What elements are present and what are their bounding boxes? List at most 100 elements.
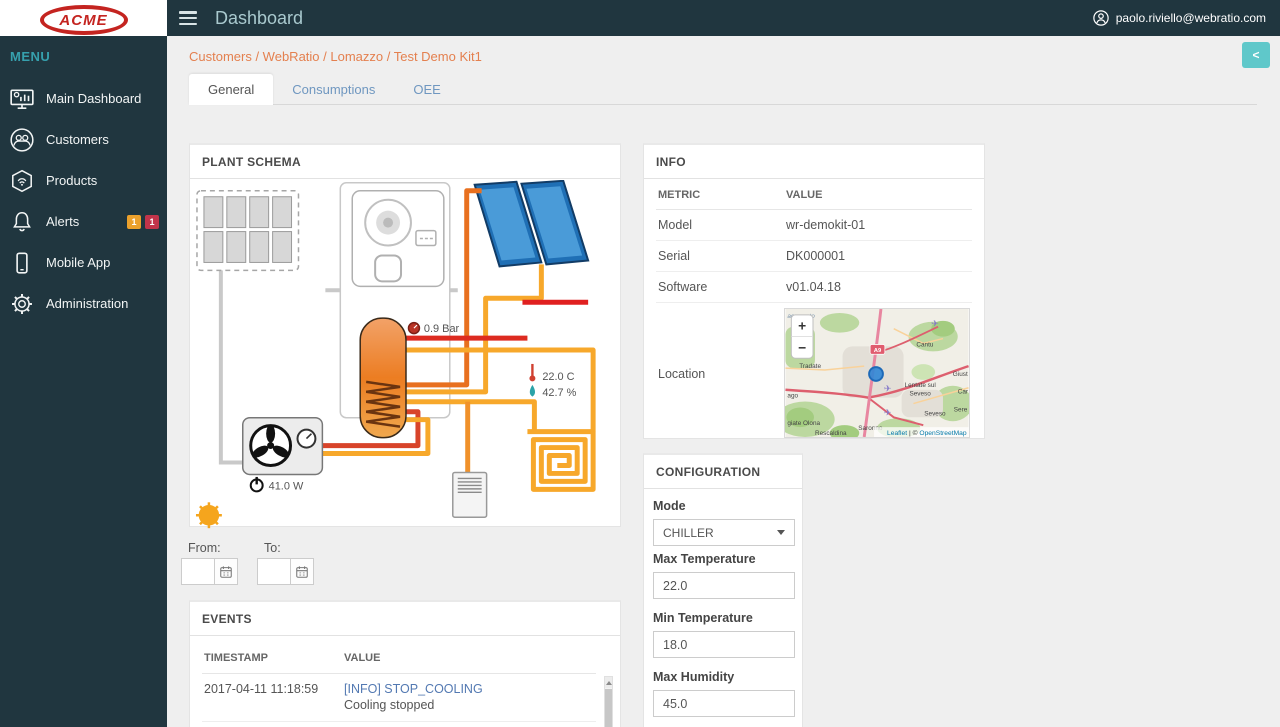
sidebar-item-mobile-app[interactable]: Mobile App	[0, 242, 167, 283]
to-label: To:	[264, 541, 281, 555]
pressure-reading: 0.9 Bar	[424, 323, 460, 335]
mode-value: CHILLER	[663, 525, 714, 540]
humidity-reading: 42.7 %	[542, 387, 576, 399]
solar-collectors	[473, 179, 590, 268]
humidity-droplet-icon	[529, 384, 536, 397]
logo-area: ACME	[0, 0, 167, 36]
products-icon	[12, 169, 32, 192]
svg-text:giate Olona: giate Olona	[787, 420, 820, 427]
events-title: EVENTS	[190, 602, 620, 636]
max-temperature-input[interactable]	[653, 572, 795, 599]
events-col-timestamp: TIMESTAMP	[202, 644, 342, 674]
tab-general[interactable]: General	[189, 74, 274, 105]
sidebar-item-label: Main Dashboard	[46, 91, 142, 106]
info-title: INFO	[644, 145, 984, 179]
info-value: v01.04.18	[786, 280, 841, 294]
sidebar-item-main-dashboard[interactable]: Main Dashboard	[0, 78, 167, 119]
svg-text:✈: ✈	[884, 407, 892, 417]
gear-icon	[12, 293, 32, 314]
table-row: Model wr-demokit-01	[656, 210, 972, 241]
smartphone-icon	[16, 251, 28, 274]
event-timestamp: 2017-04-11 11:18:59	[202, 673, 342, 722]
sidebar-item-label: Administration	[46, 296, 129, 311]
mode-select[interactable]: CHILLER	[653, 519, 795, 546]
breadcrumb[interactable]: Customers / WebRatio / Lomazzo / Test De…	[189, 49, 1280, 64]
power-icon	[249, 476, 264, 493]
svg-text:ago: ago	[787, 393, 798, 400]
chevron-down-icon	[777, 530, 785, 535]
to-calendar-button[interactable]	[290, 558, 314, 585]
user-account[interactable]: paolo.riviello@webratio.com	[1092, 9, 1266, 27]
alerts-warning-badge: 1	[127, 214, 141, 229]
sidebar-item-label: Customers	[46, 132, 109, 147]
sidebar-item-customers[interactable]: Customers	[0, 119, 167, 160]
svg-text:Seveso: Seveso	[924, 410, 946, 417]
info-metric: Software	[658, 280, 708, 294]
map-marker[interactable]	[868, 366, 884, 382]
min-temperature-label: Min Temperature	[653, 611, 753, 625]
menu-toggle-icon[interactable]	[179, 11, 197, 25]
map-attribution: Leaflet | © OpenStreetMap	[874, 427, 969, 437]
max-humidity-input[interactable]	[653, 690, 795, 717]
tab-oee[interactable]: OEE	[394, 74, 459, 105]
radiator	[522, 299, 589, 349]
plant-schema-panel: PLANT SCHEMA 0.9 Bar 22.0 C 42.7 % 41.0 …	[189, 143, 621, 529]
sidebar-item-label: Products	[46, 173, 98, 188]
svg-text:Leaflet | © OpenStreetMap: Leaflet | © OpenStreetMap	[887, 429, 967, 437]
tab-consumptions[interactable]: Consumptions	[273, 74, 394, 105]
from-label: From:	[188, 541, 221, 555]
event-description: Cooling stopped	[344, 698, 435, 712]
svg-text:✈: ✈	[931, 319, 939, 329]
plant-schema-title: PLANT SCHEMA	[190, 145, 620, 179]
collapse-panel-button[interactable]: <	[1242, 42, 1270, 68]
min-temperature-input[interactable]	[653, 631, 795, 658]
customers-icon	[10, 127, 34, 152]
svg-text:A9: A9	[874, 348, 882, 354]
alerts-error-badge: 1	[145, 214, 159, 229]
calendar-icon	[296, 565, 308, 578]
sidebar-item-alerts[interactable]: Alerts 1 1	[0, 201, 167, 242]
map-zoom-control: + −	[790, 314, 814, 359]
sidebar-item-products[interactable]: Products	[0, 160, 167, 201]
leaflet-link[interactable]: Leaflet	[887, 430, 907, 437]
power-reading: 41.0 W	[269, 480, 304, 492]
svg-text:Seveso: Seveso	[909, 391, 931, 398]
map-road-badge: A9	[869, 344, 886, 355]
user-email: paolo.riviello@webratio.com	[1115, 11, 1266, 25]
svg-text:Car: Car	[958, 389, 969, 396]
events-table: TIMESTAMP VALUE 2017-04-11 11:18:59 [INF…	[202, 644, 596, 727]
svg-text:Sere: Sere	[954, 406, 968, 413]
max-humidity-label: Max Humidity	[653, 670, 735, 684]
dashboard-icon	[10, 89, 34, 109]
info-value: DK000001	[786, 249, 846, 263]
convector-unit	[452, 471, 488, 518]
event-link[interactable]: [INFO] STOP_COOLING	[344, 682, 592, 696]
zoom-out-button[interactable]: −	[798, 340, 806, 355]
location-map[interactable]: A9 ✈✈✈ aeroporto Tradate Cantu	[775, 308, 973, 441]
zoom-in-button[interactable]: +	[798, 319, 806, 334]
fan-unit	[242, 416, 324, 476]
scroll-up-arrow[interactable]	[605, 677, 612, 688]
sidebar-item-administration[interactable]: Administration	[0, 283, 167, 324]
temperature-reading: 22.0 C	[542, 371, 574, 383]
event-timestamp: 2017-04-11 14:17:19	[202, 721, 342, 727]
bell-icon	[13, 211, 31, 231]
osm-link[interactable]: OpenStreetMap	[919, 430, 966, 437]
table-row: Software v01.04.18	[656, 272, 972, 303]
svg-text:Giust: Giust	[953, 371, 968, 378]
to-date-input[interactable]	[257, 558, 290, 585]
configuration-title: CONFIGURATION	[644, 455, 802, 489]
events-scrollbar[interactable]	[604, 676, 613, 727]
user-icon	[1093, 10, 1109, 26]
sidebar-item-label: Mobile App	[46, 255, 111, 270]
info-col-metric: METRIC	[658, 189, 701, 201]
floor-heating-coil	[527, 429, 596, 492]
from-date-input[interactable]	[181, 558, 214, 585]
scroll-thumb[interactable]	[605, 689, 612, 727]
from-calendar-button[interactable]	[214, 558, 238, 585]
thermometer-icon	[529, 363, 536, 382]
acme-logo-text: ACME	[59, 11, 108, 29]
info-col-value: VALUE	[786, 189, 823, 201]
top-bar: ACME Dashboard paolo.riviello@webratio.c…	[0, 0, 1280, 36]
sidebar: MENU Main Dashboard Customers Products A…	[0, 36, 167, 727]
